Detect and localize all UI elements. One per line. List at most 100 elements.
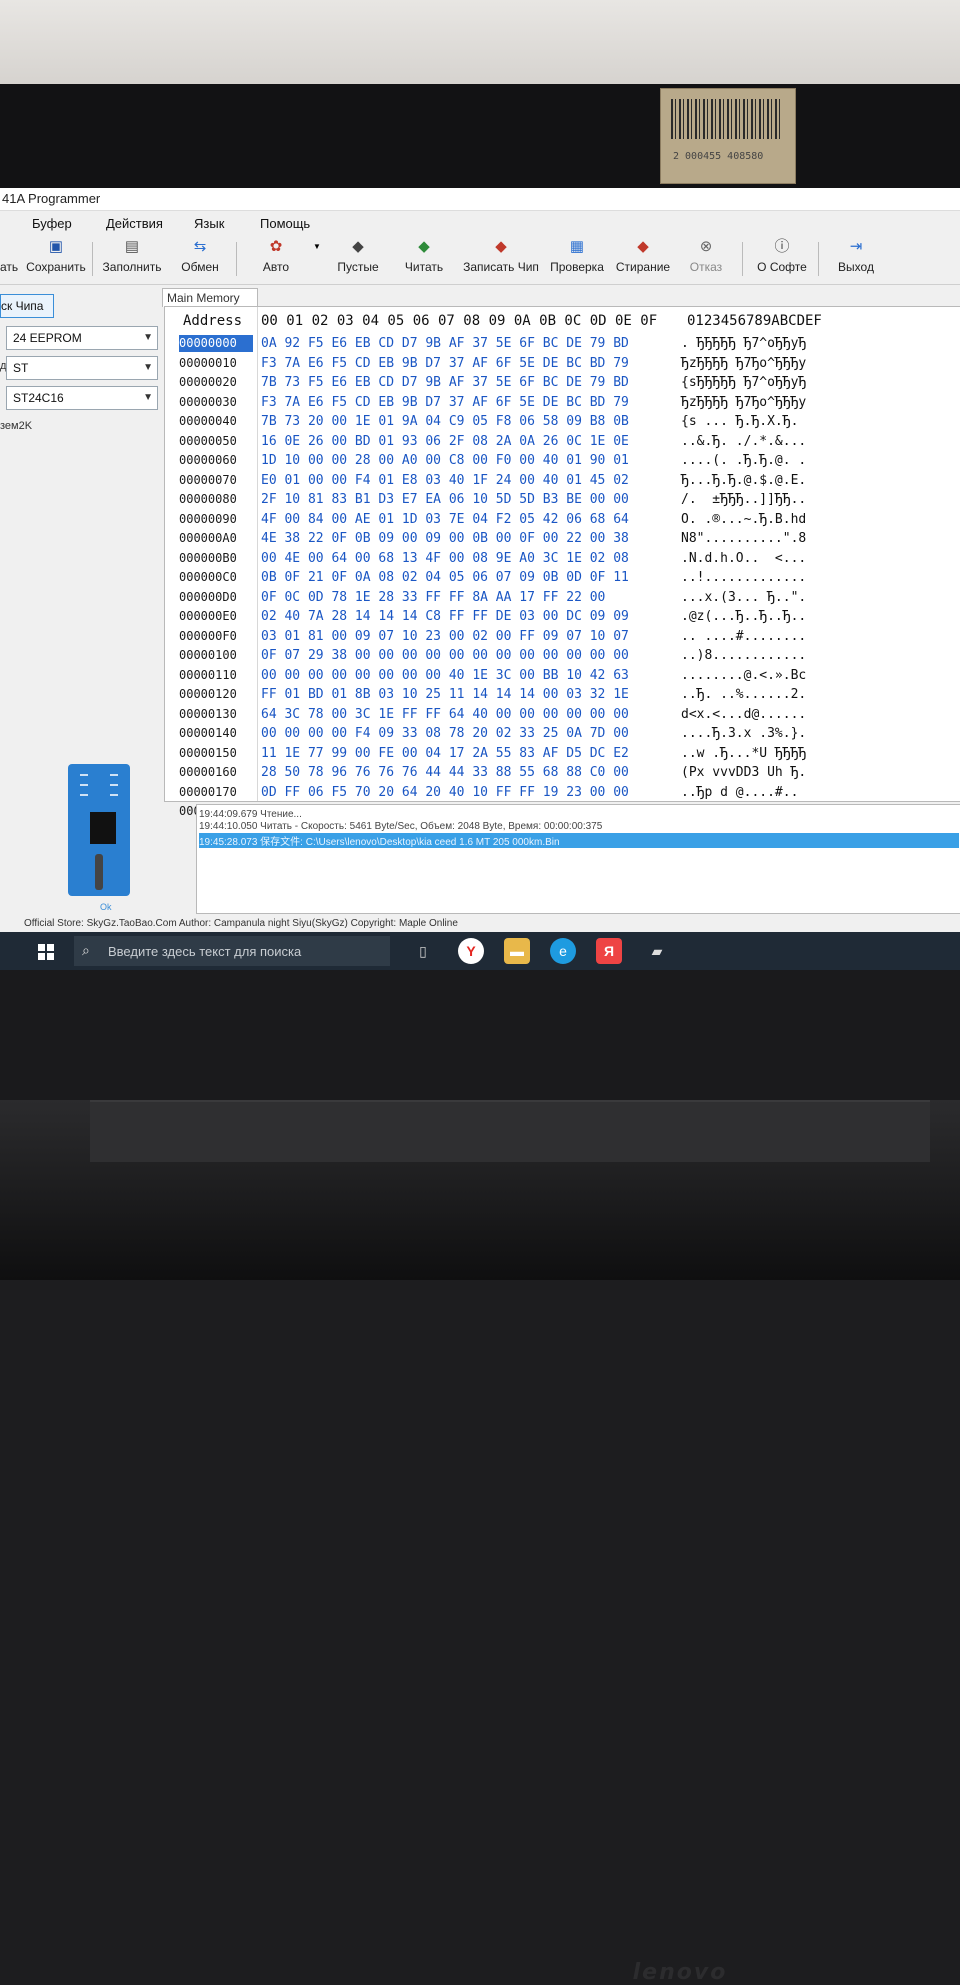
about-button[interactable]: ⓘ О Софте [754,238,810,282]
row-bytes[interactable]: 64 3C 78 00 3C 1E FF FF 64 40 00 00 00 0… [261,706,629,723]
row-bytes[interactable]: 0F 0C 0D 78 1E 28 33 FF FF 8A AA 17 FF 2… [261,589,605,606]
hex-row[interactable]: 00000000 0A 92 F5 E6 EB CD D7 9B AF 37 5E… [165,335,960,355]
hex-row[interactable]: 00000080 2F 10 81 83 B1 D3 E7 EA 06 10 5D… [165,491,960,511]
hex-row[interactable]: 00000040 7B 73 20 00 1E 01 9A 04 C9 05 F8… [165,413,960,433]
menu-language[interactable]: Язык [194,216,224,231]
chip-type-select[interactable]: 24 EEPROM ▼ [6,326,158,350]
row-ascii[interactable]: ..w .Ђ...*U ЂЂЂЂ [681,745,806,762]
row-bytes[interactable]: 7B 73 F5 E6 EB CD D7 9B AF 37 5E 6F BC D… [261,374,629,391]
log-line-selected[interactable]: 19:45:28.073 保存文件: C:\Users\lenovo\Deskt… [199,833,959,848]
row-bytes[interactable]: 0B 0F 21 0F 0A 08 02 04 05 06 07 09 0B 0… [261,569,629,586]
row-bytes[interactable]: 28 50 78 96 76 76 76 44 44 33 88 55 68 8… [261,764,629,781]
row-ascii[interactable]: ...x.(3... Ђ..". [681,589,806,606]
row-bytes[interactable]: 4F 00 84 00 AE 01 1D 03 7E 04 F2 05 42 0… [261,511,629,528]
row-bytes[interactable]: FF 01 BD 01 8B 03 10 25 11 14 14 14 00 0… [261,686,629,703]
fill-button[interactable]: ▤ Заполнить [100,238,164,282]
row-ascii[interactable]: Ђ...Ђ.Ђ.@.$.@.E. [681,472,806,489]
hex-row[interactable]: 000000D0 0F 0C 0D 78 1E 28 33 FF FF 8A AA… [165,589,960,609]
hex-row[interactable]: 00000160 28 50 78 96 76 76 76 44 44 33 88… [165,764,960,784]
row-ascii[interactable]: .@z(...Ђ..Ђ..Ђ.. [681,608,806,625]
programmer-app-icon[interactable]: ▰ [644,938,670,964]
row-bytes[interactable]: 0F 07 29 38 00 00 00 00 00 00 00 00 00 0… [261,647,629,664]
row-ascii[interactable]: .. ....#........ [681,628,806,645]
log-panel[interactable]: 19:44:09.679 Чтение... 19:44:10.050 Чита… [196,804,960,914]
row-ascii[interactable]: {s ... Ђ.Ђ.X.Ђ. [681,413,798,430]
row-ascii[interactable]: ..Ђ. ..%......2. [681,686,806,703]
row-bytes[interactable]: E0 01 00 00 F4 01 E8 03 40 1F 24 00 40 0… [261,472,629,489]
row-ascii[interactable]: d<x.<...d@...... [681,706,806,723]
row-bytes[interactable]: 02 40 7A 28 14 14 14 C8 FF FF DE 03 00 D… [261,608,629,625]
menu-actions[interactable]: Действия [106,216,163,231]
hex-row[interactable]: 00000090 4F 00 84 00 AE 01 1D 03 7E 04 F2… [165,511,960,531]
hex-row[interactable]: 000000C0 0B 0F 21 0F 0A 08 02 04 05 06 07… [165,569,960,589]
edge-icon[interactable]: e [550,938,576,964]
hex-row[interactable]: 00000070 E0 01 00 00 F4 01 E8 03 40 1F 24… [165,472,960,492]
open-button[interactable]: ать [0,238,18,282]
blank-check-button[interactable]: ◆ Пустые [330,238,386,282]
swap-button[interactable]: ⇆ Обмен [172,238,228,282]
erase-button[interactable]: ◆ Стирание [614,238,672,282]
yandex-browser-icon[interactable]: Я [596,938,622,964]
hex-editor[interactable]: Address 00 01 02 03 04 05 06 07 08 09 0A… [164,306,960,819]
row-bytes[interactable]: 00 4E 00 64 00 68 13 4F 00 08 9E A0 3C 1… [261,550,629,567]
row-ascii[interactable]: ЂzЂЂЂЂ Ђ7Ђo^ЂЂЂу [681,355,806,372]
row-ascii[interactable]: ..&.Ђ. ./.*.&... [681,433,806,450]
row-bytes[interactable]: 2F 10 81 83 B1 D3 E7 EA 06 10 5D 5D B3 B… [261,491,629,508]
hex-row[interactable]: 000000B0 00 4E 00 64 00 68 13 4F 00 08 9E… [165,550,960,570]
row-ascii[interactable]: ........@.<.».Bc [681,667,806,684]
row-ascii[interactable]: ..!............. [681,569,806,586]
hex-row[interactable]: 000000A0 4E 38 22 0F 0B 09 00 09 00 0B 00… [165,530,960,550]
row-ascii[interactable]: ..)8............ [681,647,806,664]
chip-model-select[interactable]: ST24C16 ▼ [6,386,158,410]
hex-row[interactable]: 00000030 F3 7A E6 F5 CD EB 9B D7 37 AF 6F… [165,394,960,414]
verify-button[interactable]: ▦ Проверка [548,238,606,282]
row-ascii[interactable]: . ЂЂЂЂЂ Ђ7^oЂЂуЂ [681,335,806,352]
hex-row[interactable]: 00000060 1D 10 00 00 28 00 A0 00 C8 00 F0… [165,452,960,472]
row-bytes[interactable]: 4E 38 22 0F 0B 09 00 09 00 0B 00 0F 00 2… [261,530,629,547]
row-ascii[interactable]: {sЂЂЂЂЂ Ђ7^oЂЂуЂ [681,374,806,391]
row-bytes[interactable]: F3 7A E6 F5 CD EB 9B D7 37 AF 6F 5E DE B… [261,355,629,372]
cancel-button[interactable]: ⊗ Отказ [684,238,728,282]
windows-start-icon[interactable] [38,944,54,960]
row-bytes[interactable]: 16 0E 26 00 BD 01 93 06 2F 08 2A 0A 26 0… [261,433,629,450]
hex-row[interactable]: 00000150 11 1E 77 99 00 FE 00 04 17 2A 55… [165,745,960,765]
tab-main-memory[interactable]: Main Memory [162,288,258,307]
menu-buffer[interactable]: Буфер [32,216,72,231]
read-button[interactable]: ◆ Читать [398,238,450,282]
row-ascii[interactable]: .N.d.h.O.. <... [681,550,806,567]
auto-button[interactable]: ✿ Авто [248,238,304,282]
hex-row[interactable]: 00000100 0F 07 29 38 00 00 00 00 00 00 00… [165,647,960,667]
chip-vendor-select[interactable]: ST ▼ [6,356,158,380]
row-bytes[interactable]: 0A 92 F5 E6 EB CD D7 9B AF 37 5E 6F BC D… [261,335,629,352]
hex-row[interactable]: 00000130 64 3C 78 00 3C 1E FF FF 64 40 00… [165,706,960,726]
menu-help[interactable]: Помощь [260,216,310,231]
write-chip-button[interactable]: ◆ Записать Чип [460,238,542,282]
hex-row[interactable]: 00000020 7B 73 F5 E6 EB CD D7 9B AF 37 5E… [165,374,960,394]
row-bytes[interactable]: 1D 10 00 00 28 00 A0 00 C8 00 F0 00 40 0… [261,452,629,469]
hex-row[interactable]: 00000140 00 00 00 00 F4 09 33 08 78 20 02… [165,725,960,745]
row-bytes[interactable]: 0D FF 06 F5 70 20 64 20 40 10 FF FF 19 2… [261,784,629,801]
hex-row[interactable]: 00000050 16 0E 26 00 BD 01 93 06 2F 08 2A… [165,433,960,453]
row-bytes[interactable]: 00 00 00 00 00 00 00 00 40 1E 3C 00 BB 1… [261,667,629,684]
row-bytes[interactable]: 7B 73 20 00 1E 01 9A 04 C9 05 F8 06 58 0… [261,413,629,430]
row-ascii[interactable]: ....(. .Ђ.Ђ.@. . [681,452,806,469]
save-button[interactable]: ▣ Сохранить [24,238,88,282]
hex-row[interactable]: 00000110 00 00 00 00 00 00 00 00 40 1E 3C… [165,667,960,687]
row-ascii[interactable]: ....Ђ.3.x .3%.}. [681,725,806,742]
row-bytes[interactable]: 00 00 00 00 F4 09 33 08 78 20 02 33 25 0… [261,725,629,742]
row-ascii[interactable]: ..Ђp d @....#.. [681,784,798,801]
row-ascii[interactable]: ЂzЂЂЂЂ Ђ7Ђo^ЂЂЂу [681,394,806,411]
row-bytes[interactable]: 11 1E 77 99 00 FE 00 04 17 2A 55 83 AF D… [261,745,629,762]
auto-dropdown-button[interactable]: ▼ [308,238,322,282]
row-ascii[interactable]: N8"..........".8 [681,530,806,547]
exit-button[interactable]: ⇥ Выход [834,238,878,282]
hex-row[interactable]: 00000170 0D FF 06 F5 70 20 64 20 40 10 FF… [165,784,960,804]
row-ascii[interactable]: /. ±ЂЂЂ..]]ЂЂ.. [681,491,806,508]
yandex-icon[interactable]: Y [458,938,484,964]
row-bytes[interactable]: F3 7A E6 F5 CD EB 9B D7 37 AF 6F 5E DE B… [261,394,629,411]
file-explorer-icon[interactable]: ▬ [504,938,530,964]
row-ascii[interactable]: (Px vvvDD3 Uh Ђ. [681,764,806,781]
task-view-icon[interactable]: ▯ [410,938,436,964]
hex-row[interactable]: 000000F0 03 01 81 00 09 07 10 23 00 02 00… [165,628,960,648]
hex-row[interactable]: 00000120 FF 01 BD 01 8B 03 10 25 11 14 14… [165,686,960,706]
